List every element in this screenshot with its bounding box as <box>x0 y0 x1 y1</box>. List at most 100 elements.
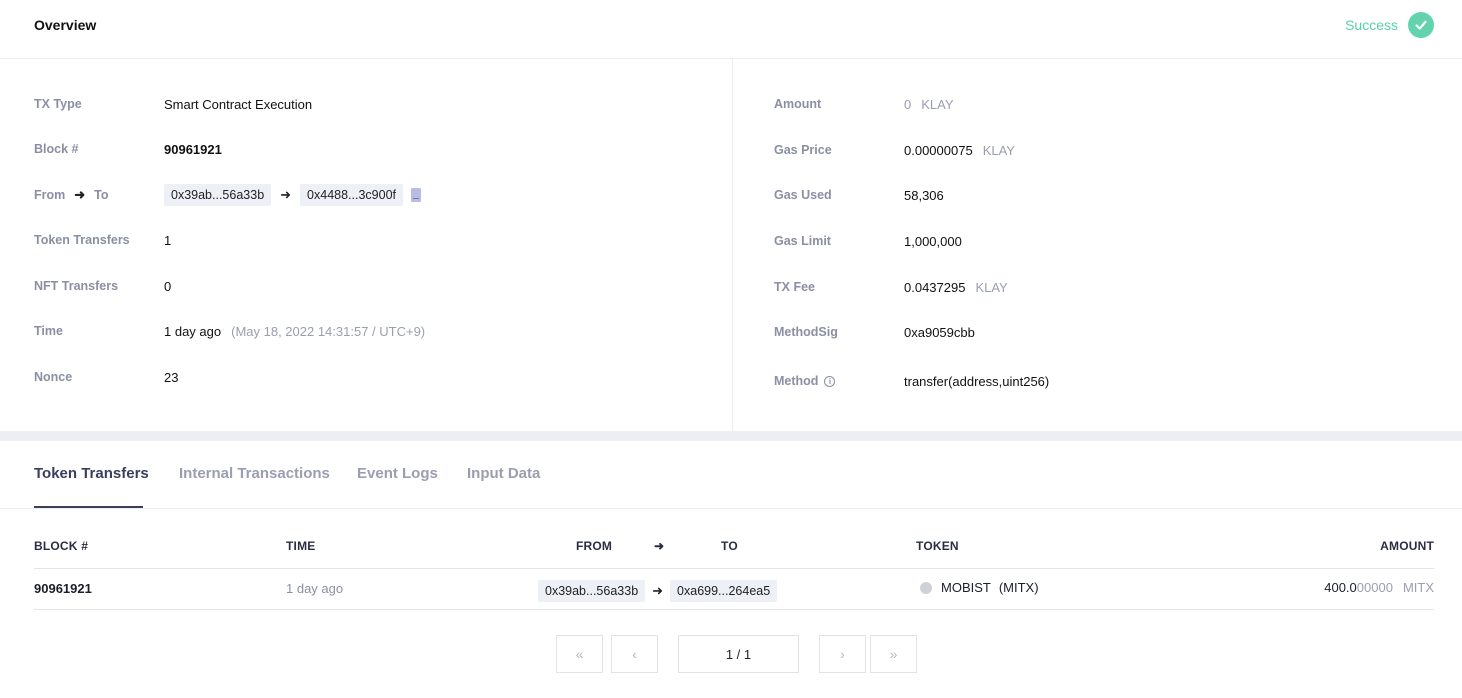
nft-transfers-label: NFT Transfers <box>34 279 119 293</box>
time-value: 1 day ago (May 18, 2022 14:31:57 / UTC+9… <box>164 324 425 339</box>
row-from-address[interactable]: 0x39ab...56a33b <box>538 580 646 602</box>
double-chevron-right-icon: » <box>889 646 898 662</box>
column-header-time: TIME <box>286 539 316 553</box>
to-address[interactable]: 0x4488...3c900f <box>300 184 404 206</box>
tab-input-data[interactable]: Input Data <box>467 465 540 482</box>
last-page-button[interactable]: » <box>870 635 917 673</box>
table-header: BLOCK # TIME FROM ➜ TO TOKEN AMOUNT <box>34 527 1434 569</box>
amount-unit: KLAY <box>921 96 954 112</box>
method-label-text: Method <box>774 374 819 388</box>
from-to-label: From ➜ To <box>34 187 164 203</box>
token-symbol: (MITX) <box>998 580 1039 595</box>
tx-type-value: Smart Contract Execution <box>164 96 313 112</box>
table-row: 90961921 1 day ago 0x39ab...56a33b ➜ 0xa… <box>34 569 1434 610</box>
block-label: Block # <box>34 142 79 156</box>
from-label: From <box>34 188 66 202</box>
gas-used-label: Gas Used <box>774 188 832 202</box>
amount-main: 400.0 <box>1324 580 1357 595</box>
page-title: Overview <box>34 17 97 33</box>
page-number: 1 / 1 <box>725 646 752 662</box>
method-label: Method i <box>774 374 904 388</box>
gas-price-row: Gas Price 0.00000075 KLAY <box>774 140 1015 160</box>
amount-number: 0 <box>904 96 912 112</box>
chevron-right-icon: › <box>840 646 845 662</box>
section-divider <box>0 431 1462 441</box>
gas-used-row: Gas Used 58,306 <box>774 185 944 205</box>
column-header-amount: AMOUNT <box>1380 539 1434 553</box>
block-row: Block # 90961921 <box>34 139 222 159</box>
arrow-right-icon: ➜ <box>654 539 665 553</box>
token-transfers-row: Token Transfers 1 <box>34 230 171 250</box>
overview-header: Overview Success <box>0 0 1462 59</box>
gas-price-number: 0.00000075 <box>904 142 973 158</box>
nft-transfers-value: 0 <box>164 278 172 294</box>
contract-icon <box>411 188 422 202</box>
arrow-right-icon: ➜ <box>280 187 292 202</box>
tx-type-label: TX Type <box>34 97 82 111</box>
token-logo-icon <box>920 581 932 594</box>
method-row: Method i transfer(address,uint256) <box>774 371 1049 391</box>
row-time: 1 day ago <box>286 581 344 596</box>
gas-price-value: 0.00000075 KLAY <box>904 143 1015 158</box>
time-absolute: (May 18, 2022 14:31:57 / UTC+9) <box>231 323 426 339</box>
tab-event-logs[interactable]: Event Logs <box>357 465 438 482</box>
amount-unit: MITX <box>1402 580 1434 595</box>
gas-limit-value: 1,000,000 <box>904 233 962 249</box>
column-header-from: FROM <box>576 539 613 553</box>
row-amount: 400.0 00000 MITX <box>1324 580 1434 595</box>
tx-fee-row: TX Fee 0.0437295 KLAY <box>774 277 1008 297</box>
token-name: MOBIST <box>941 580 991 595</box>
block-value[interactable]: 90961921 <box>164 142 222 157</box>
nft-transfers-row: NFT Transfers 0 <box>34 276 171 296</box>
overview-panel: TX Type Smart Contract Execution Block #… <box>0 59 1462 431</box>
amount-label: Amount <box>774 97 822 111</box>
chevron-left-icon: ‹ <box>632 646 637 662</box>
method-value: transfer(address,uint256) <box>904 373 1050 389</box>
method-sig-value: 0xa9059cbb <box>904 324 975 340</box>
token-transfers-value: 1 <box>164 232 172 248</box>
first-page-button[interactable]: « <box>556 635 603 673</box>
check-circle-icon <box>1408 12 1434 38</box>
double-chevron-left-icon: « <box>575 646 584 662</box>
info-icon[interactable]: i <box>824 375 836 387</box>
nonce-value: 23 <box>164 369 179 385</box>
amount-trailing-zeros: 00000 <box>1356 580 1393 595</box>
tx-fee-number: 0.0437295 <box>904 279 966 295</box>
column-header-block: BLOCK # <box>34 539 89 553</box>
status-text: Success <box>1345 17 1398 33</box>
amount-row: Amount 0 KLAY <box>774 94 954 114</box>
active-tab-indicator <box>34 506 143 508</box>
overview-left-column: TX Type Smart Contract Execution Block #… <box>0 59 733 431</box>
gas-price-unit: KLAY <box>982 142 1015 158</box>
tx-fee-value: 0.0437295 KLAY <box>904 280 1008 295</box>
gas-limit-label: Gas Limit <box>774 234 831 248</box>
row-block[interactable]: 90961921 <box>34 581 92 596</box>
arrow-right-icon: ➜ <box>74 187 86 202</box>
detail-tabs: Token Transfers Internal Transactions Ev… <box>0 441 1462 509</box>
prev-page-button[interactable]: ‹ <box>611 635 658 673</box>
row-to-address[interactable]: 0xa699...264ea5 <box>670 580 778 602</box>
method-sig-label: MethodSig <box>774 325 838 339</box>
next-page-button[interactable]: › <box>819 635 866 673</box>
time-row: Time 1 day ago (May 18, 2022 14:31:57 / … <box>34 321 425 341</box>
row-token[interactable]: MOBIST (MITX) <box>920 580 1039 595</box>
tx-type-row: TX Type Smart Contract Execution <box>34 94 312 114</box>
time-relative: 1 day ago <box>164 323 222 339</box>
time-label: Time <box>34 324 63 338</box>
page-indicator[interactable]: 1 / 1 <box>678 635 799 673</box>
column-header-token: TOKEN <box>916 539 959 553</box>
from-address[interactable]: 0x39ab...56a33b <box>164 184 272 206</box>
status-badge: Success <box>1345 12 1434 38</box>
column-header-to: TO <box>721 539 738 553</box>
nonce-row: Nonce 23 <box>34 367 178 387</box>
gas-price-label: Gas Price <box>774 143 832 157</box>
method-sig-row: MethodSig 0xa9059cbb <box>774 322 975 342</box>
to-label: To <box>94 188 109 202</box>
gas-used-value: 58,306 <box>904 187 944 203</box>
arrow-right-icon: ➜ <box>652 583 664 598</box>
from-to-row: From ➜ To 0x39ab...56a33b ➜ 0x4488...3c9… <box>34 184 422 206</box>
tab-token-transfers[interactable]: Token Transfers <box>34 465 149 482</box>
amount-value: 0 KLAY <box>904 97 954 112</box>
tab-internal-transactions[interactable]: Internal Transactions <box>179 465 330 482</box>
token-transfers-label: Token Transfers <box>34 233 130 247</box>
